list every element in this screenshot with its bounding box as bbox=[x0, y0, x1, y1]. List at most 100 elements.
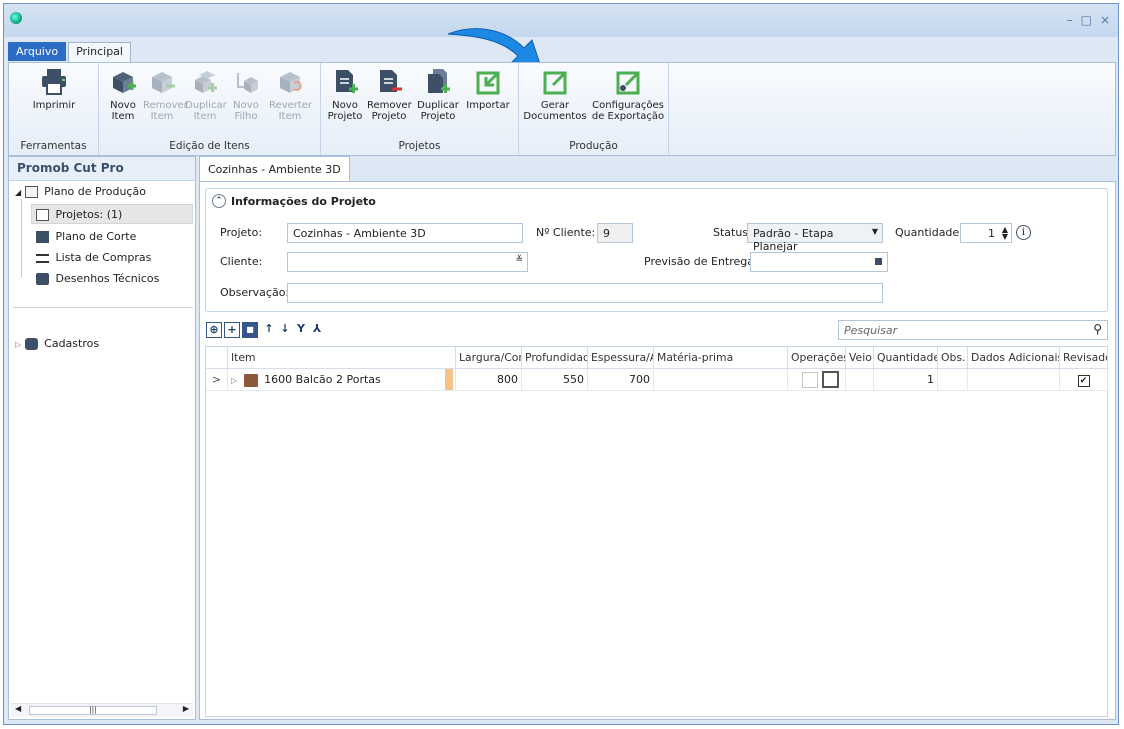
col-quantidade[interactable]: Quantidade bbox=[874, 347, 938, 369]
tab-arquivo[interactable]: Arquivo bbox=[8, 42, 67, 61]
reverter-item-label-1: Reverter bbox=[269, 100, 313, 111]
info-header[interactable]: ⌃ Informações do Projeto bbox=[212, 194, 376, 208]
cell-operacoes[interactable] bbox=[788, 369, 846, 391]
imprimir-button[interactable]: Imprimir bbox=[29, 67, 79, 111]
scroll-thumb[interactable]: ||| bbox=[29, 706, 157, 715]
spinner-icon[interactable]: ▲ ▼ bbox=[1002, 226, 1008, 241]
operations-ghost-icon bbox=[802, 372, 818, 388]
cut-plan-icon bbox=[36, 231, 49, 243]
search-icon[interactable]: ⚲ bbox=[1093, 322, 1102, 336]
document-tab[interactable]: Cozinhas - Ambiente 3D bbox=[199, 156, 350, 182]
cell-veio[interactable] bbox=[846, 369, 874, 391]
duplicate-box-icon bbox=[191, 67, 219, 97]
col-revisado[interactable]: Revisado bbox=[1060, 347, 1108, 369]
printer-icon bbox=[40, 67, 68, 97]
novo-filho-button[interactable]: Novo Filho bbox=[229, 67, 263, 122]
close-button[interactable]: × bbox=[1100, 13, 1110, 27]
tree-item-plano-producao[interactable]: ◢ Plano de Produção bbox=[15, 185, 146, 198]
expand-all-icon[interactable]: ⊕ bbox=[206, 322, 222, 338]
scroll-left-icon[interactable]: ◀ bbox=[15, 704, 21, 713]
collapse-up-icon[interactable]: ⌃ bbox=[212, 194, 226, 208]
duplicar-item-label-1: Duplicar bbox=[185, 100, 227, 111]
minimize-button[interactable]: – bbox=[1067, 13, 1073, 27]
table-row-item[interactable]: ▷ 1600 Balcão 2 Portas bbox=[228, 369, 456, 391]
col-materia-prima[interactable]: Matéria-prima bbox=[654, 347, 788, 369]
calendar-icon[interactable] bbox=[875, 258, 882, 265]
tree-label-plano-corte: Plano de Corte bbox=[55, 230, 137, 243]
group-label-ferramentas: Ferramentas bbox=[20, 140, 87, 152]
row-indicator[interactable]: > bbox=[206, 369, 228, 391]
database-icon bbox=[24, 338, 38, 350]
tree-item-lista-compras[interactable]: Lista de Compras bbox=[36, 251, 151, 264]
col-espessura[interactable]: Espessura/A bbox=[588, 347, 654, 369]
app-logo-icon bbox=[10, 12, 22, 24]
importar-button[interactable]: Importar bbox=[465, 67, 511, 111]
cell-profundidade[interactable]: 550 bbox=[522, 369, 588, 391]
cell-espessura[interactable]: 700 bbox=[588, 369, 654, 391]
novo-projeto-button[interactable]: Novo Projeto bbox=[327, 67, 363, 122]
cell-materia-prima[interactable] bbox=[654, 369, 788, 391]
previsao-field[interactable] bbox=[750, 252, 888, 272]
cell-quantidade[interactable]: 1 bbox=[874, 369, 938, 391]
expand-triangle-icon[interactable]: ▷ bbox=[15, 340, 21, 349]
dropdown-arrow-icon[interactable]: ▼ bbox=[872, 227, 878, 236]
importar-label: Importar bbox=[466, 100, 510, 111]
cliente-field[interactable]: ≚ bbox=[287, 252, 528, 272]
novo-projeto-label-2: Projeto bbox=[327, 111, 363, 122]
move-up-icon[interactable]: ↑ bbox=[261, 322, 277, 338]
info-icon[interactable]: i bbox=[1016, 225, 1031, 240]
tree-item-plano-corte[interactable]: Plano de Corte bbox=[36, 230, 136, 243]
col-dados-adicionais[interactable]: Dados Adicionais bbox=[968, 347, 1060, 369]
reverter-item-button[interactable]: Reverter Item bbox=[269, 67, 313, 122]
gerar-documentos-button[interactable]: Gerar Documentos bbox=[523, 67, 587, 122]
duplicar-item-button[interactable]: Duplicar Item bbox=[185, 67, 227, 122]
imprimir-label: Imprimir bbox=[32, 100, 76, 111]
config-exportacao-label-1: Configurações bbox=[592, 100, 664, 111]
collapse-triangle-icon[interactable]: ◢ bbox=[15, 188, 21, 197]
merge-icon[interactable]: Y bbox=[293, 322, 309, 338]
remover-projeto-button[interactable]: Remover Projeto bbox=[367, 67, 412, 122]
col-item[interactable]: Item bbox=[228, 347, 456, 369]
maximize-button[interactable]: □ bbox=[1081, 13, 1092, 27]
collapse-all-icon[interactable]: ■ bbox=[242, 322, 258, 338]
document-icon bbox=[36, 209, 49, 221]
observacao-field[interactable] bbox=[287, 283, 883, 303]
remover-projeto-label-2: Projeto bbox=[371, 111, 407, 122]
search-input[interactable]: Pesquisar ⚲ bbox=[838, 320, 1108, 340]
cell-largura[interactable]: 800 bbox=[456, 369, 522, 391]
col-profundidade[interactable]: Profundidad bbox=[522, 347, 588, 369]
remover-item-button[interactable]: Remover Item bbox=[143, 67, 188, 122]
duplicar-projeto-button[interactable]: Duplicar Projeto bbox=[415, 67, 461, 122]
status-select[interactable]: Padrão - Etapa Planejar ▼ bbox=[747, 223, 883, 253]
tree-item-desenhos[interactable]: Desenhos Técnicos bbox=[36, 272, 159, 285]
tree-label-desenhos: Desenhos Técnicos bbox=[55, 272, 160, 285]
expand-triangle-icon[interactable]: ▷ bbox=[231, 376, 237, 385]
projeto-field[interactable]: Cozinhas - Ambiente 3D bbox=[287, 223, 523, 243]
chevron-down-icon[interactable]: ≚ bbox=[515, 255, 523, 265]
revisado-checkbox[interactable]: ✔ bbox=[1077, 375, 1090, 387]
col-operacoes[interactable]: Operações bbox=[788, 347, 846, 369]
novo-item-button[interactable]: Novo Item bbox=[107, 67, 139, 122]
move-down-icon[interactable]: ↓ bbox=[277, 322, 293, 338]
cell-dados-adicionais[interactable] bbox=[968, 369, 1060, 391]
tree-item-projetos[interactable]: Projetos: (1) bbox=[31, 204, 193, 224]
info-title: Informações do Projeto bbox=[231, 194, 376, 208]
horizontal-scrollbar[interactable]: ◀ ||| ▶ bbox=[11, 703, 193, 717]
tree-item-cadastros[interactable]: ▷ Cadastros bbox=[15, 337, 99, 350]
split-icon[interactable]: ⅄ bbox=[309, 322, 325, 338]
quantidade-field[interactable]: 1 ▲ ▼ bbox=[960, 223, 1012, 243]
col-veio[interactable]: Veio bbox=[846, 347, 874, 369]
scroll-right-icon[interactable]: ▶ bbox=[183, 704, 189, 713]
cell-obs[interactable] bbox=[938, 369, 968, 391]
observacao-label: Observação: bbox=[220, 286, 290, 299]
tree-label-cadastros: Cadastros bbox=[44, 337, 100, 350]
tab-principal[interactable]: Principal bbox=[68, 42, 131, 63]
col-obs[interactable]: Obs. bbox=[938, 347, 968, 369]
col-largura[interactable]: Largura/Con bbox=[456, 347, 522, 369]
orange-marker bbox=[445, 369, 453, 390]
add-row-icon[interactable]: + bbox=[224, 322, 240, 338]
cell-revisado[interactable]: ✔ bbox=[1060, 369, 1108, 391]
operations-icon[interactable] bbox=[822, 371, 839, 388]
config-exportacao-button[interactable]: Configurações de Exportação bbox=[591, 67, 665, 122]
group-label-producao: Produção bbox=[569, 140, 618, 152]
